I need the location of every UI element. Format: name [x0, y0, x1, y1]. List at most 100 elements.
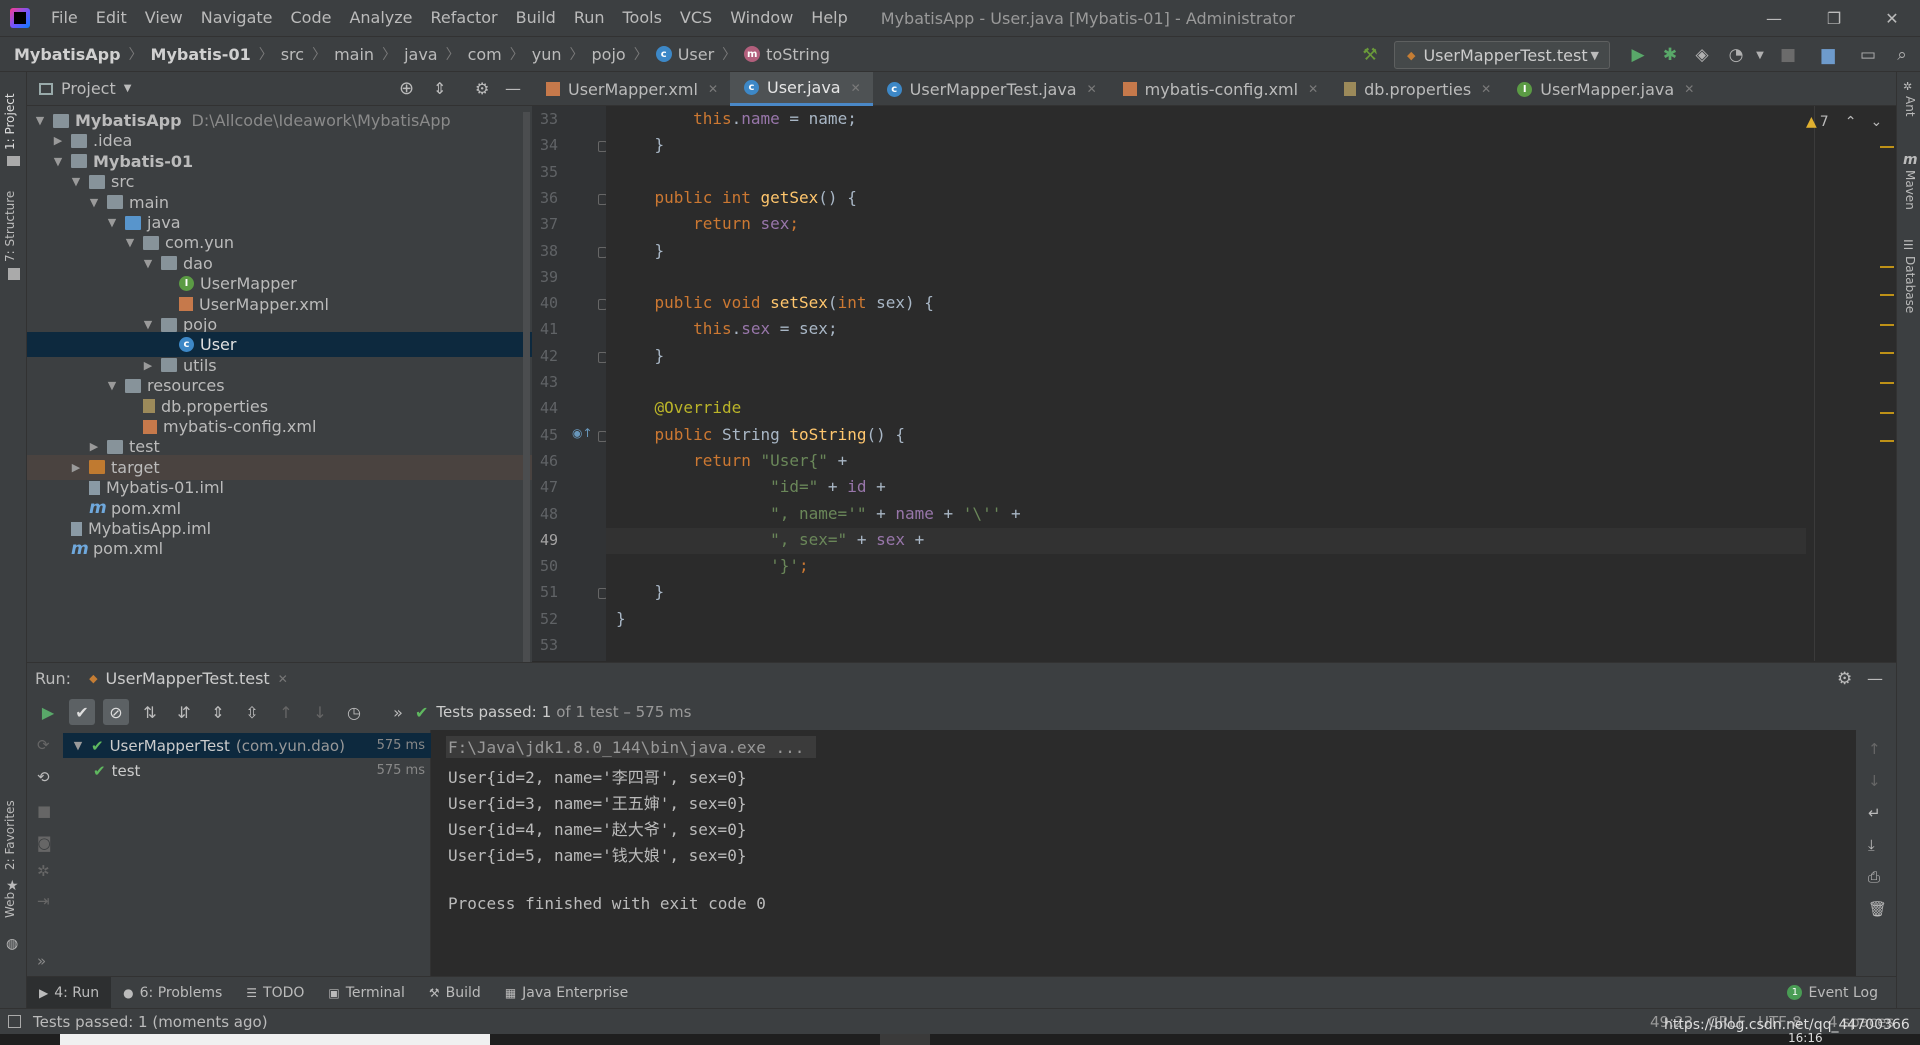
expand-arrow-down-icon[interactable]: ▼ [69, 175, 83, 188]
editor-tab[interactable]: c UserMapperTest.java ✕ [873, 72, 1109, 106]
show-ignored-icon[interactable]: ⊘ [103, 699, 129, 725]
expand-arrow-down-icon[interactable]: ▼ [51, 155, 65, 168]
settings-icon[interactable]: ✲ [37, 862, 50, 880]
gear-icon[interactable]: ⚙ [475, 79, 489, 98]
coverage-icon[interactable]: ◈ [1690, 43, 1714, 67]
expand-arrow-right-icon[interactable]: ▶ [141, 359, 155, 372]
stop-icon[interactable]: ■ [37, 802, 51, 820]
toggle-autotest-icon[interactable]: ⟲ [37, 768, 50, 786]
sort-duration-icon[interactable]: ⇵ [171, 699, 197, 725]
web-tool-tab[interactable]: Web [3, 892, 17, 918]
warning-marker[interactable] [1880, 324, 1894, 326]
expand-arrow-down-icon[interactable]: ▼ [123, 236, 137, 249]
rerun-icon[interactable]: ▶ [35, 699, 61, 725]
warning-marker[interactable] [1880, 294, 1894, 296]
test-tree-item[interactable]: ✔ test 575 ms [63, 758, 431, 783]
hide-panel-icon[interactable]: — [505, 79, 521, 98]
warning-marker[interactable] [1880, 352, 1894, 354]
locate-icon[interactable]: ⊕ [399, 78, 414, 99]
minimize-icon[interactable]: — [1744, 0, 1804, 36]
sort-alpha-icon[interactable]: ⇅ [137, 699, 163, 725]
editor-tab[interactable]: mybatis-config.xml ✕ [1109, 72, 1330, 106]
close-tab-icon[interactable]: ✕ [851, 81, 861, 95]
menu-vcs[interactable]: VCS [671, 0, 721, 36]
camera-icon[interactable]: ◙ [37, 834, 52, 852]
run-icon[interactable]: ▶ [1626, 43, 1650, 67]
structure-tool-tab[interactable]: 7: Structure [3, 191, 17, 262]
breadcrumb-item[interactable]: MybatisApp [14, 45, 121, 64]
editor-tab[interactable]: I UserMapper.java ✕ [1503, 72, 1706, 106]
profile-dropdown-icon[interactable]: ▼ [1748, 43, 1772, 67]
expand-arrow-right-icon[interactable]: ▶ [87, 440, 101, 453]
stop-icon[interactable]: ■ [1776, 43, 1800, 67]
tree-item[interactable]: m pom.xml [27, 536, 532, 561]
error-stripe[interactable] [1878, 146, 1894, 646]
tree-scrollbar[interactable] [523, 112, 530, 662]
close-tab-icon[interactable]: ✕ [708, 82, 718, 96]
breadcrumb-item[interactable]: c User [655, 45, 714, 64]
menu-run[interactable]: Run [565, 0, 614, 36]
menu-file[interactable]: File [42, 0, 87, 36]
project-structure-icon[interactable]: ▆ [1816, 43, 1840, 67]
expand-arrow-down-icon[interactable]: ▼ [87, 196, 101, 209]
editor-tab[interactable]: db.properties ✕ [1330, 72, 1503, 106]
tool-window-tab[interactable]: ⚒ Build [417, 977, 493, 1009]
search-icon[interactable]: ⌕ [1890, 43, 1914, 67]
show-passed-icon[interactable]: ✔ [69, 699, 95, 725]
history-icon[interactable]: ◷ [341, 699, 367, 725]
taskbar-search-box[interactable] [60, 1034, 490, 1045]
soft-wrap-icon[interactable]: ↵ [1868, 804, 1881, 822]
menu-window[interactable]: Window [721, 0, 802, 36]
warning-marker[interactable] [1880, 440, 1894, 442]
export-icon[interactable]: ⇥ [37, 892, 50, 910]
presentation-icon[interactable]: ▭ [1856, 43, 1880, 67]
tool-window-tab[interactable]: ● 6: Problems [111, 977, 234, 1009]
code-editor[interactable]: this.name = name; } public int getSex() … [606, 106, 1896, 661]
menu-refactor[interactable]: Refactor [422, 0, 507, 36]
expand-arrow-down-icon[interactable]: ▼ [105, 379, 119, 392]
database-tool-tab[interactable]: Database [1903, 256, 1917, 313]
layout-toggle-icon[interactable] [8, 1015, 21, 1028]
collapse-all-icon[interactable]: ⇳ [239, 699, 265, 725]
breadcrumb-item[interactable]: java [404, 45, 438, 64]
more-icon[interactable]: » [37, 952, 46, 970]
expand-arrow-down-icon[interactable]: ▼ [105, 216, 119, 229]
editor-tab[interactable]: UserMapper.xml ✕ [532, 72, 730, 106]
prev-failed-icon[interactable]: ↑ [273, 699, 299, 725]
project-view-select[interactable]: Project [61, 79, 116, 98]
breadcrumb-item[interactable]: main [334, 45, 374, 64]
close-tab-icon[interactable]: ✕ [1087, 82, 1097, 96]
gear-icon[interactable]: ⚙ [1837, 669, 1852, 689]
rerun-failed-icon[interactable]: ⟳ [37, 736, 50, 754]
tool-window-tab[interactable]: ▦ Java Enterprise [493, 977, 640, 1009]
print-icon[interactable]: ⎙ [1868, 868, 1880, 886]
menu-view[interactable]: View [136, 0, 192, 36]
breadcrumb-item[interactable]: yun [532, 45, 562, 64]
event-log-button[interactable]: 1 Event Log [1787, 985, 1878, 1001]
expand-all-icon[interactable]: ⇕ [205, 699, 231, 725]
breadcrumb-item[interactable]: src [281, 45, 304, 64]
warning-marker[interactable] [1880, 266, 1894, 268]
chevron-down-icon[interactable]: ⌄ [1870, 114, 1882, 130]
close-icon[interactable]: ✕ [1862, 0, 1920, 36]
trash-icon[interactable]: 🗑 [1868, 900, 1887, 918]
expand-arrow-right-icon[interactable]: ▶ [51, 134, 65, 147]
tool-window-tab[interactable]: ▣ Terminal [316, 977, 417, 1009]
expand-arrow-down-icon[interactable]: ▼ [71, 739, 85, 752]
close-tab-icon[interactable]: ✕ [278, 672, 288, 686]
profile-icon[interactable]: ◔ [1724, 43, 1748, 67]
favorites-tool-tab[interactable]: 2: Favorites [3, 800, 17, 870]
menu-help[interactable]: Help [802, 0, 856, 36]
tool-window-tab[interactable]: ☰ TODO [234, 977, 316, 1009]
breadcrumb-item[interactable]: Mybatis-01 [151, 45, 251, 64]
warning-marker[interactable] [1880, 412, 1894, 414]
expand-arrow-right-icon[interactable]: ▶ [69, 461, 83, 474]
test-tree-item[interactable]: ▼ ✔ UserMapperTest (com.yun.dao) 575 ms [63, 733, 431, 758]
breadcrumb-item[interactable]: m toString [744, 45, 830, 64]
restore-icon[interactable]: ❐ [1804, 0, 1864, 36]
maven-tool-tab[interactable]: Maven [1903, 170, 1917, 210]
tool-window-tab[interactable]: ▶ 4: Run [27, 976, 112, 1009]
chevron-down-icon[interactable]: ▼ [124, 83, 132, 94]
debug-icon[interactable]: ✱ [1658, 43, 1682, 67]
chevron-up-icon[interactable]: ⌃ [1845, 114, 1857, 130]
